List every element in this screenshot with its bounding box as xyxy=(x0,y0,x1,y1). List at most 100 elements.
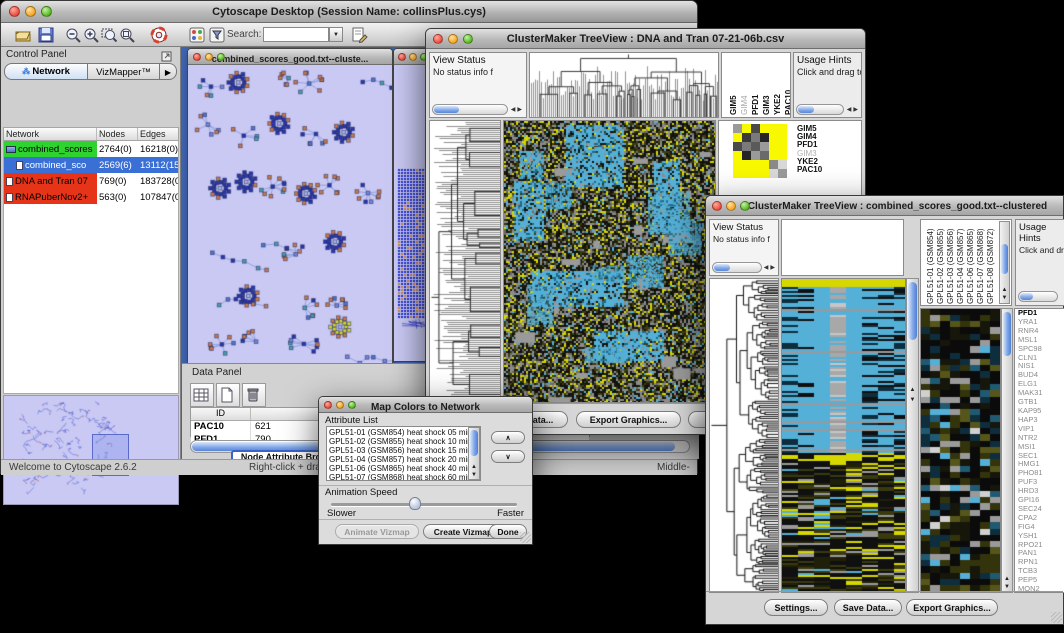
document-icon xyxy=(16,161,23,170)
tv1-titlebar[interactable]: ClusterMaker TreeView : DNA and Tran 07-… xyxy=(426,29,865,49)
attribute-item[interactable]: GPL51-06 (GSM865) heat shock 40 min xyxy=(327,464,468,473)
zoom-in-icon[interactable] xyxy=(81,25,101,45)
zoom-button[interactable] xyxy=(348,401,356,409)
data-panel-title: Data Panel xyxy=(192,367,241,378)
minimize-button[interactable] xyxy=(336,401,344,409)
minimize-button[interactable] xyxy=(25,6,36,17)
close-button[interactable] xyxy=(193,53,201,61)
header-edges[interactable]: Edges xyxy=(138,128,178,140)
attribute-item[interactable]: GPL51-01 (GSM854) heat shock 05 min xyxy=(327,428,468,437)
header-network[interactable]: Network xyxy=(4,128,97,140)
view-status-title: View Status xyxy=(430,53,526,66)
network-row[interactable]: DNA and Tran 07769(0)183728(0) xyxy=(3,173,179,189)
attribute-item[interactable]: GPL51-02 (GSM855) heat shock 10 min xyxy=(327,437,468,446)
network-row[interactable]: RNAPuberNov2+563(0)107847(0) xyxy=(3,189,179,205)
network-nodes: 2569(6) xyxy=(97,157,138,173)
main-titlebar[interactable]: Cytoscape Desktop (Session Name: collins… xyxy=(1,1,697,23)
annotation-icon[interactable] xyxy=(349,25,369,45)
help-lifering-icon[interactable] xyxy=(149,25,169,45)
usage-hints-title: Usage Hints xyxy=(794,53,861,66)
zoom-region-icon[interactable] xyxy=(117,25,137,45)
animate-vizmap-button[interactable]: Animate Vizmap xyxy=(335,524,419,539)
zoom-out-icon[interactable] xyxy=(63,25,83,45)
header-nodes[interactable]: Nodes xyxy=(97,128,138,140)
attribute-item[interactable]: GPL51-03 (GSM856) heat shock 15 min xyxy=(327,446,468,455)
close-button[interactable] xyxy=(324,401,332,409)
resize-grip[interactable] xyxy=(520,532,531,543)
zoom-button[interactable] xyxy=(41,6,52,17)
minimize-button[interactable] xyxy=(448,34,458,44)
close-button[interactable] xyxy=(433,34,443,44)
network-nodes: 2764(0) xyxy=(97,141,138,157)
save-data-button[interactable]: Save Data... xyxy=(834,599,902,616)
hscroll-arrows[interactable]: ◀▶ xyxy=(764,264,777,271)
zoom-button[interactable] xyxy=(740,201,750,211)
export-graphics-button[interactable]: Export Graphics... xyxy=(576,411,681,428)
dialog-titlebar[interactable]: Map Colors to Network xyxy=(319,397,532,413)
tv2-titlebar[interactable]: ClusterMaker TreeView : combined_scores_… xyxy=(706,196,1063,216)
matrix-cell xyxy=(751,133,760,142)
move-down-button[interactable]: ∨ xyxy=(491,450,525,463)
tv2-heatmap-vscroll[interactable]: ▲▼ xyxy=(906,278,919,593)
filter-icon[interactable] xyxy=(207,25,227,45)
usage-hints-hscroll[interactable] xyxy=(1018,291,1058,302)
tv2-collabels-vscroll[interactable]: ▲▼ xyxy=(999,221,1010,304)
open-session-button[interactable] xyxy=(13,25,33,45)
network-view-titlebar[interactable]: combined_scores_good.txt--cluste... xyxy=(188,49,392,65)
close-button[interactable] xyxy=(9,6,20,17)
minimize-button[interactable] xyxy=(726,201,736,211)
tv1-heatmap[interactable] xyxy=(503,120,716,403)
network-nodes: 769(0) xyxy=(97,173,138,189)
minimize-button[interactable] xyxy=(409,53,417,61)
data-panel-grid-icon[interactable] xyxy=(190,383,214,407)
view-status-hscroll[interactable] xyxy=(712,262,762,273)
attribute-list-vscroll[interactable]: ▲▼ xyxy=(468,427,480,480)
zoom-button[interactable] xyxy=(217,53,225,61)
move-up-button[interactable]: ∧ xyxy=(491,431,525,444)
tv1-row-dendrogram[interactable] xyxy=(429,120,501,403)
settings-button[interactable]: Settings... xyxy=(764,599,828,616)
hscroll-arrows[interactable]: ◀▶ xyxy=(511,106,524,113)
tab-more-button[interactable]: ▶ xyxy=(160,63,177,80)
network-view-canvas[interactable] xyxy=(188,65,392,363)
tv1-zoom-matrix[interactable] xyxy=(733,124,787,178)
matrix-cell xyxy=(742,133,751,142)
close-button[interactable] xyxy=(398,53,406,61)
tv1-column-dendrogram[interactable] xyxy=(529,52,719,118)
matrix-cell xyxy=(733,151,742,160)
save-session-button[interactable] xyxy=(36,25,56,45)
matrix-cell xyxy=(760,160,769,169)
hscroll-arrows[interactable]: ◀▶ xyxy=(847,106,860,113)
zoom-button[interactable] xyxy=(463,34,473,44)
attribute-item[interactable]: GPL51-07 (GSM868) heat shock 60 min xyxy=(327,473,468,481)
close-button[interactable] xyxy=(712,201,722,211)
tv2-zoom-vscroll[interactable]: ▲▼ xyxy=(1001,308,1013,593)
data-panel-newdoc-icon[interactable] xyxy=(216,383,240,407)
resize-grip[interactable] xyxy=(1051,612,1062,623)
network-row[interactable]: combined_sco2569(6)13112(15) xyxy=(3,157,179,173)
tv2-heatmap[interactable] xyxy=(781,278,906,593)
network-row[interactable]: combined_scores2764(0)16218(0) xyxy=(3,141,179,157)
attribute-listbox[interactable]: GPL51-01 (GSM854) heat shock 05 minGPL51… xyxy=(326,426,481,481)
tab-vizmapper[interactable]: VizMapper™ xyxy=(88,63,160,80)
speed-slider-thumb[interactable] xyxy=(409,497,421,510)
view-status-hscroll[interactable] xyxy=(432,104,508,115)
vizmapper-icon[interactable] xyxy=(187,25,207,45)
tab-network[interactable]: ⁂ Network xyxy=(4,63,88,80)
minimize-button[interactable] xyxy=(205,53,213,61)
usage-hints-hscroll[interactable] xyxy=(796,104,844,115)
id-column-header[interactable]: ID xyxy=(191,408,251,420)
search-dropdown-button[interactable]: ▼ xyxy=(329,27,343,42)
data-panel-trash-icon[interactable] xyxy=(242,383,266,407)
tv2-zoom-heatmap[interactable] xyxy=(920,308,1001,593)
network-overview[interactable] xyxy=(3,395,179,505)
search-input[interactable] xyxy=(263,27,329,42)
zoom-fit-icon[interactable] xyxy=(99,25,119,45)
overview-canvas[interactable] xyxy=(4,396,178,504)
attribute-item[interactable]: GPL51-04 (GSM857) heat shock 20 min xyxy=(327,455,468,464)
tv2-gene-list[interactable]: PFD1YRA1RNR4MSL1SPC98CLN1NIS1BUD4ELG1MAK… xyxy=(1014,308,1064,593)
tv2-row-dendrogram[interactable] xyxy=(709,278,779,593)
speed-slider-track[interactable] xyxy=(331,503,517,506)
export-graphics-button[interactable]: Export Graphics... xyxy=(906,599,998,616)
tv1-gene-label: PAC10 xyxy=(797,166,822,174)
